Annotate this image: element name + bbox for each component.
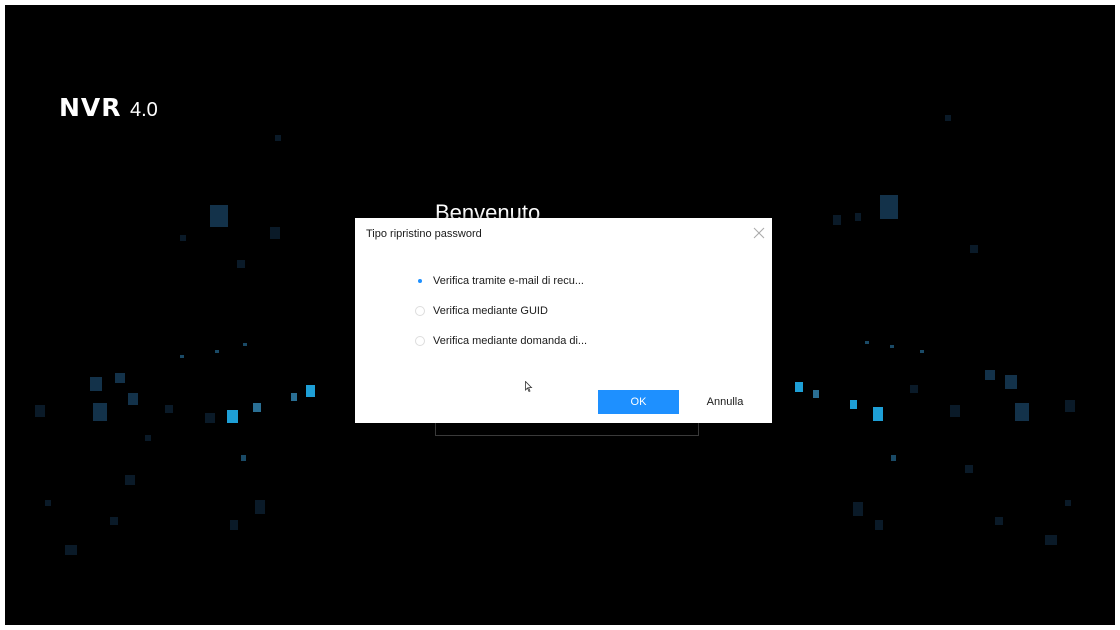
radio-security-question[interactable] xyxy=(415,336,425,346)
option-guid-label: Verifica mediante GUID xyxy=(433,305,548,317)
reset-options-group: Verifica tramite e-mail di recu... Verif… xyxy=(415,266,587,356)
dialog-title: Tipo ripristino password xyxy=(366,228,482,240)
ok-button[interactable]: OK xyxy=(598,390,679,414)
option-security-question-label: Verifica mediante domanda di... xyxy=(433,335,588,347)
logo-text: NVR xyxy=(59,93,122,122)
option-email-label: Verifica tramite e-mail di recu... xyxy=(433,275,584,287)
close-icon[interactable] xyxy=(752,226,766,240)
nvr-logo: NVR 4.0 xyxy=(59,93,158,122)
radio-guid[interactable] xyxy=(415,306,425,316)
option-security-question[interactable]: Verifica mediante domanda di... xyxy=(415,326,587,356)
radio-email[interactable] xyxy=(415,276,425,286)
mouse-pointer-icon xyxy=(525,380,533,393)
option-email[interactable]: Verifica tramite e-mail di recu... xyxy=(415,266,587,296)
logo-version: 4.0 xyxy=(129,99,158,121)
nvr-login-screen: NVR 4.0 Benvenuto Tipo ripristino passwo… xyxy=(5,5,1115,625)
cancel-button[interactable]: Annulla xyxy=(691,390,759,414)
option-guid[interactable]: Verifica mediante GUID xyxy=(415,296,587,326)
password-reset-dialog: Tipo ripristino password Verifica tramit… xyxy=(355,218,772,423)
